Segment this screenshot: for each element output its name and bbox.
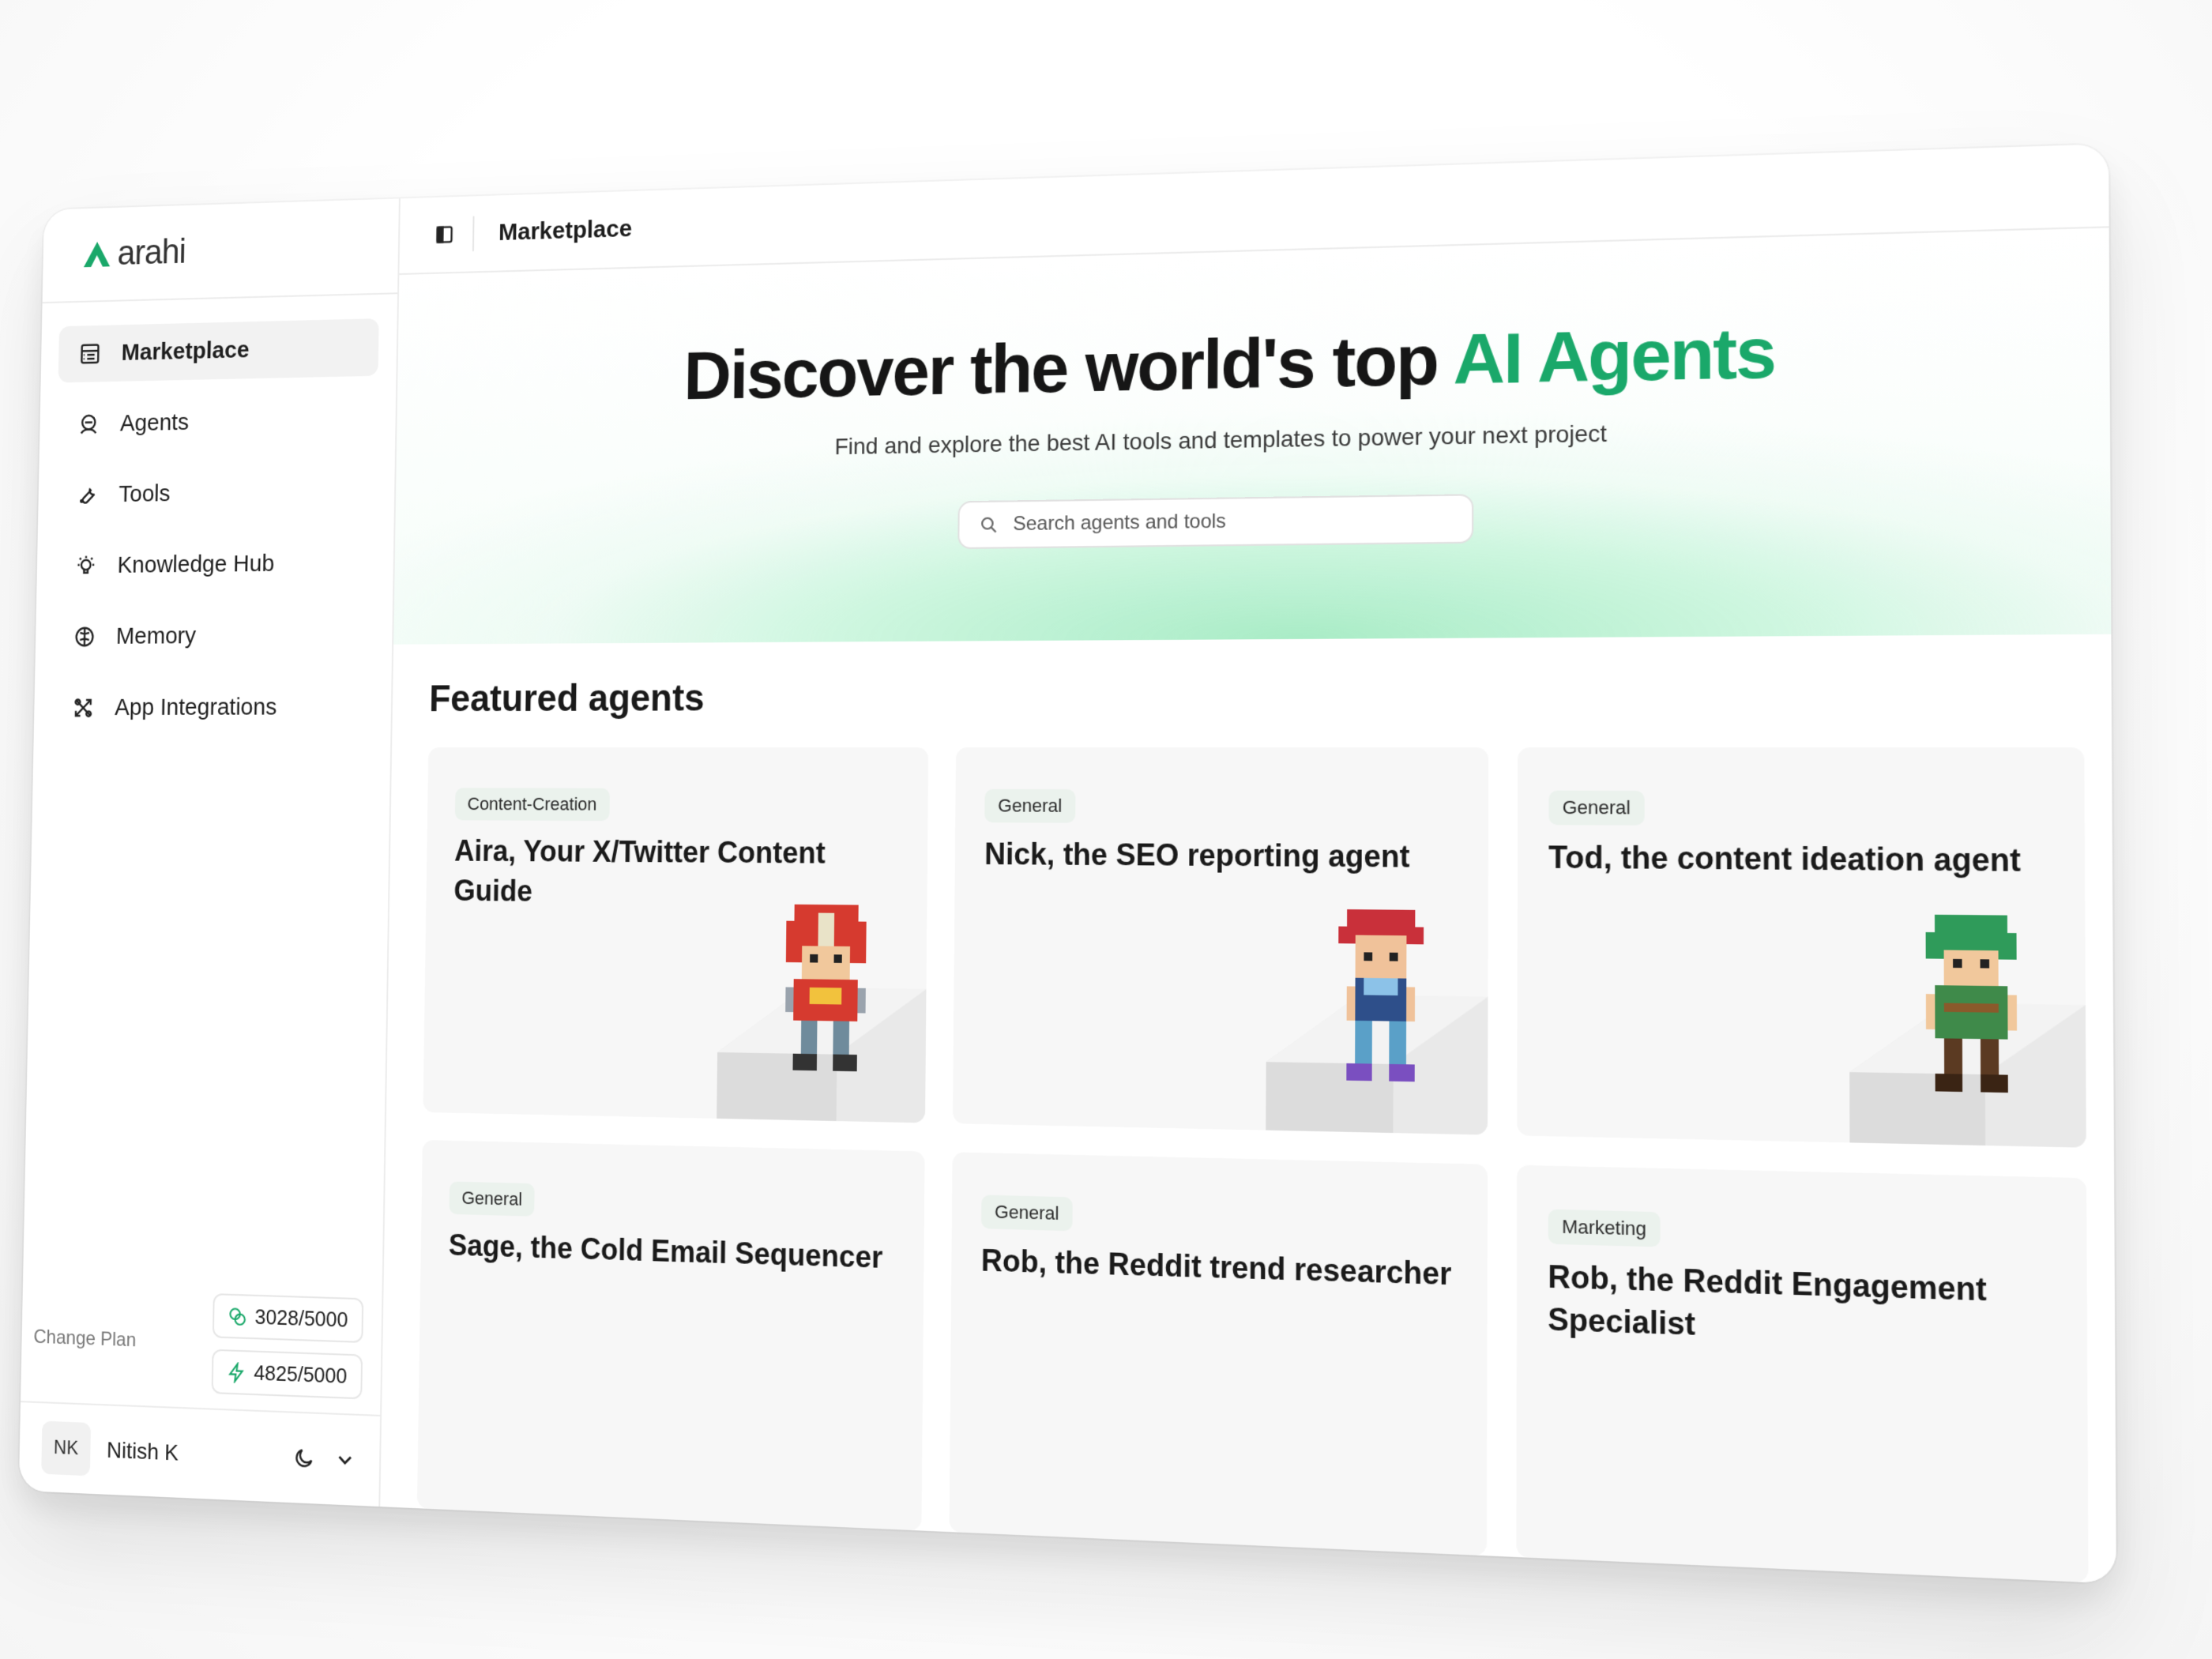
arahi-logo-icon xyxy=(83,241,111,268)
main-content: Marketplace Discover the world's top AI … xyxy=(380,144,2116,1584)
energy-badge: 4825/5000 xyxy=(211,1349,363,1400)
agent-card[interactable]: General Nick, the SEO reporting agent xyxy=(953,747,1488,1135)
sidebar-item-label: Tools xyxy=(118,480,171,508)
page-title: Marketplace xyxy=(498,215,633,246)
category-tag: General xyxy=(981,1194,1073,1232)
avatar: NK xyxy=(41,1420,92,1477)
sidebar-nav: Marketplace Agents Tools Knowledge Hub M… xyxy=(34,294,397,736)
red-armor-hero-sprite xyxy=(785,904,867,1072)
wrench-icon xyxy=(76,483,98,507)
integrations-icon xyxy=(72,696,94,720)
app-window: arahi Marketplace Agents Tools Knowledge… xyxy=(18,144,2116,1584)
agent-card[interactable]: Marketing Rob, the Reddit Engagement Spe… xyxy=(1515,1164,2089,1583)
hero-title: Discover the world's top AI Agents xyxy=(683,310,1775,415)
credits-badge: 3028/5000 xyxy=(212,1293,364,1344)
sidebar-item-memory[interactable]: Memory xyxy=(53,606,374,665)
sidebar-toggle-icon[interactable] xyxy=(433,222,456,246)
sidebar-item-agents[interactable]: Agents xyxy=(57,390,378,453)
category-tag: Content-Creation xyxy=(454,788,610,822)
agent-card[interactable]: General Tod, the content ideation agent xyxy=(1516,747,2086,1148)
lightning-icon xyxy=(227,1361,246,1383)
agent-grid: Content-Creation Aira, Your X/Twitter Co… xyxy=(416,747,2089,1583)
credits-value: 3028/5000 xyxy=(254,1304,348,1332)
agent-card[interactable]: General Sage, the Cold Email Sequencer xyxy=(416,1139,926,1531)
agent-title: Rob, the Reddit Engagement Specialist xyxy=(1548,1258,1987,1342)
sidebar-item-label: Knowledge Hub xyxy=(117,550,275,578)
brain-icon xyxy=(73,625,96,649)
moon-icon[interactable] xyxy=(292,1446,315,1471)
sidebar-item-label: Agents xyxy=(119,408,190,437)
section-heading: Featured agents xyxy=(428,675,705,720)
agent-title: Sage, the Cold Email Sequencer xyxy=(448,1228,883,1275)
change-plan-link[interactable]: Change Plan xyxy=(33,1326,136,1352)
agent-card[interactable]: General Rob, the Reddit trend researcher xyxy=(949,1152,1488,1556)
hero: Discover the world's top AI Agents Find … xyxy=(393,228,2112,645)
sidebar-item-app-integrations[interactable]: App Integrations xyxy=(51,679,374,736)
sidebar-item-label: Marketplace xyxy=(121,337,250,366)
sidebar-item-knowledge-hub[interactable]: Knowledge Hub xyxy=(54,534,375,595)
hero-title-main: Discover the world's top xyxy=(683,319,1438,414)
agent-card[interactable]: Content-Creation Aira, Your X/Twitter Co… xyxy=(423,747,929,1123)
sidebar-item-marketplace[interactable]: Marketplace xyxy=(58,318,379,383)
agent-icon xyxy=(77,412,100,436)
hero-subtitle: Find and explore the best AI tools and t… xyxy=(834,419,1608,460)
brand[interactable]: arahi xyxy=(42,198,399,304)
hero-title-accent: AI Agents xyxy=(1453,311,1775,399)
brand-name: arahi xyxy=(117,231,186,273)
red-haired-boy-sprite xyxy=(1337,909,1424,1082)
search-icon xyxy=(979,514,999,536)
coins-icon xyxy=(228,1306,247,1327)
search-box[interactable] xyxy=(957,493,1474,549)
sidebar-item-label: Memory xyxy=(115,623,197,649)
agent-title: Nick, the SEO reporting agent xyxy=(984,837,1410,875)
category-tag: General xyxy=(1548,790,1645,826)
search-input[interactable] xyxy=(1011,506,1452,537)
energy-value: 4825/5000 xyxy=(254,1360,348,1389)
category-tag: General xyxy=(984,788,1076,823)
category-tag: Marketing xyxy=(1548,1209,1661,1247)
lightbulb-icon xyxy=(75,554,97,577)
agent-title: Rob, the Reddit trend researcher xyxy=(980,1243,1452,1292)
category-tag: General xyxy=(449,1181,535,1217)
topbar-divider xyxy=(472,216,475,251)
agent-title: Aira, Your X/Twitter Content Guide xyxy=(453,833,826,908)
agent-title: Tod, the content ideation agent xyxy=(1548,839,2021,878)
chevron-down-icon[interactable] xyxy=(333,1447,356,1473)
marketplace-icon xyxy=(79,342,101,366)
usage-quota: Change Plan 3028/5000 4825/5000 xyxy=(32,1288,364,1400)
sidebar-item-label: App Integrations xyxy=(114,694,277,720)
user-profile[interactable]: NK Nitish K xyxy=(18,1401,381,1507)
sidebar: arahi Marketplace Agents Tools Knowledge… xyxy=(18,198,401,1507)
user-name: Nitish K xyxy=(106,1437,179,1465)
green-haired-ranger-sprite xyxy=(1925,914,2018,1093)
sidebar-item-tools[interactable]: Tools xyxy=(55,462,377,524)
featured-agents: Featured agents Content-Creation Aira, Y… xyxy=(380,634,2116,1584)
